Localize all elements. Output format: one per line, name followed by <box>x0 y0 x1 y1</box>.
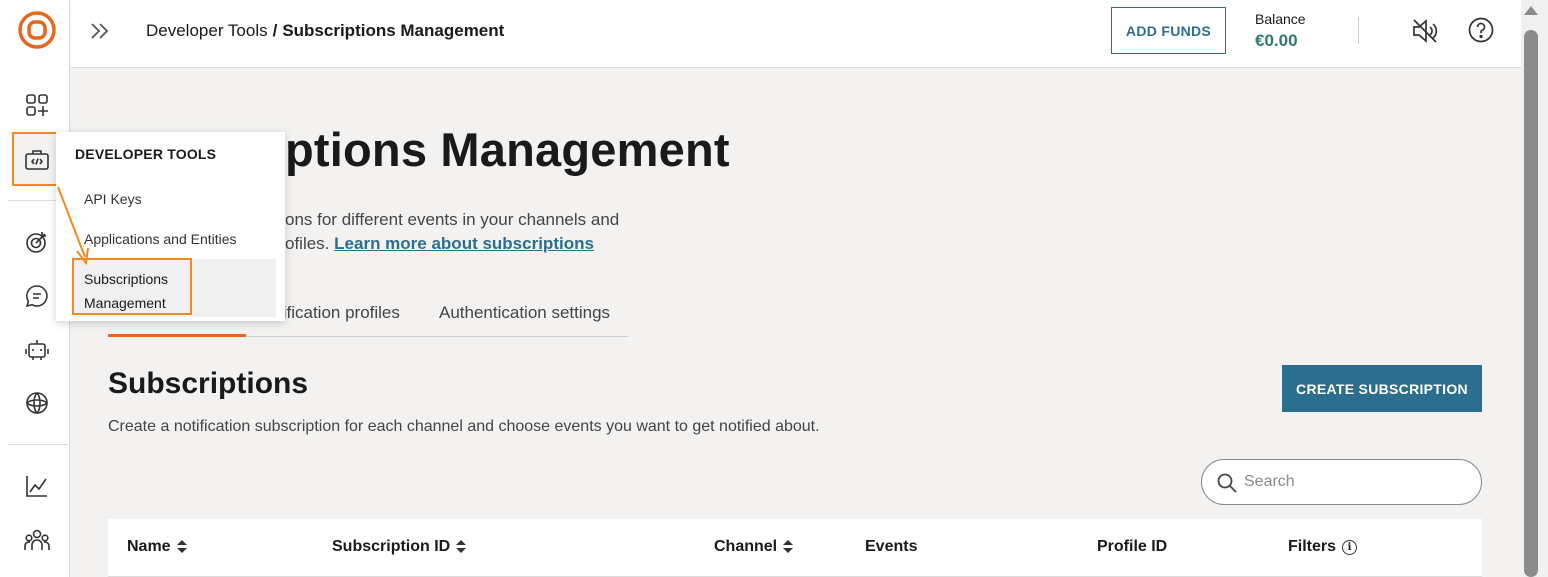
logo-icon[interactable] <box>18 11 56 49</box>
double-chevron-right-icon[interactable] <box>87 18 113 44</box>
search-icon <box>1217 473 1237 493</box>
column-header-name[interactable]: Name <box>127 538 187 556</box>
column-label: Channel <box>714 538 778 555</box>
column-label: Subscription ID <box>332 538 451 555</box>
breadcrumb: Developer Tools / Subscriptions Management <box>146 21 504 41</box>
sort-icon[interactable] <box>456 540 467 554</box>
column-label: Profile ID <box>1097 538 1168 555</box>
analytics-icon[interactable] <box>22 471 52 501</box>
section-description: Create a notification subscription for e… <box>108 418 820 435</box>
description-line1: ons for different events in your channel… <box>285 210 620 229</box>
add-funds-button[interactable]: ADD FUNDS <box>1111 7 1226 54</box>
column-header-channel[interactable]: Channel <box>714 538 794 556</box>
rail-divider <box>8 444 68 445</box>
table-header: Name Subscription ID Channel Events Prof… <box>108 519 1482 577</box>
column-label: Events <box>865 538 918 555</box>
column-label: Filters <box>1288 538 1337 555</box>
section-title: Subscriptions <box>108 367 309 400</box>
bot-icon[interactable] <box>22 335 52 365</box>
ai-icon[interactable] <box>22 388 52 418</box>
chat-icon[interactable] <box>22 281 52 311</box>
breadcrumb-current: Subscriptions Management <box>282 21 505 40</box>
header-divider <box>1358 17 1359 44</box>
info-icon[interactable]: i <box>1342 539 1358 555</box>
column-header-profile-id: Profile ID <box>1097 538 1167 556</box>
column-header-filters: Filters i <box>1288 538 1358 556</box>
page-title: ptions Management <box>285 123 730 176</box>
sort-icon[interactable] <box>176 540 187 554</box>
breadcrumb-parent[interactable]: Developer Tools <box>146 21 268 40</box>
column-label: Name <box>127 538 171 555</box>
top-header: Developer Tools / Subscriptions Management… <box>71 0 1521 68</box>
sort-icon[interactable] <box>783 540 794 554</box>
balance-value: €0.00 <box>1255 31 1298 50</box>
developer-tools-icon[interactable] <box>22 145 52 175</box>
help-icon[interactable] <box>1467 16 1495 44</box>
people-icon[interactable] <box>22 525 52 555</box>
apps-add-icon[interactable] <box>22 90 52 120</box>
scroll-up-arrow[interactable] <box>1524 6 1538 15</box>
page-description: ons for different events in your channel… <box>285 208 685 256</box>
target-icon[interactable] <box>22 227 52 257</box>
menu-item-label: Management <box>84 295 166 311</box>
search-box[interactable] <box>1201 459 1482 505</box>
menu-item-label: Subscriptions <box>84 271 169 287</box>
balance-label: Balance <box>1255 11 1306 27</box>
column-header-events: Events <box>865 538 917 556</box>
learn-more-link[interactable]: Learn more about subscriptions <box>334 234 594 253</box>
create-subscription-button[interactable]: CREATE SUBSCRIPTION <box>1282 365 1482 412</box>
tab-notification-profiles[interactable]: tification profiles <box>278 303 400 323</box>
breadcrumb-separator: / <box>272 21 278 40</box>
tab-authentication-settings[interactable]: Authentication settings <box>439 303 610 323</box>
menu-item-applications-entities[interactable]: Applications and Entities <box>84 231 237 247</box>
description-line2-prefix: ofiles. <box>285 234 330 253</box>
menu-heading: DEVELOPER TOOLS <box>75 146 217 162</box>
search-input[interactable] <box>1244 470 1464 494</box>
scrollbar-thumb[interactable] <box>1524 30 1538 577</box>
column-header-subscription-id[interactable]: Subscription ID <box>332 538 467 556</box>
active-tab-indicator <box>108 334 246 337</box>
mute-icon[interactable] <box>1411 17 1439 45</box>
annotation-arrow <box>57 186 89 266</box>
